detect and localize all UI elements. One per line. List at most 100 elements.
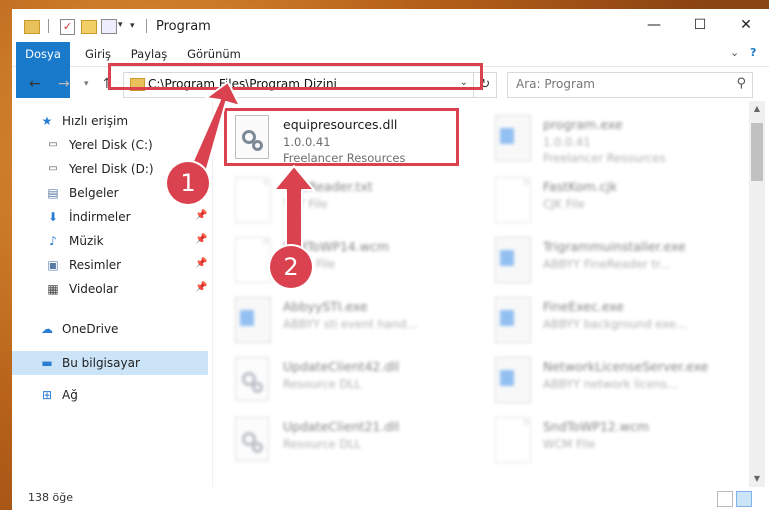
sidebar-item-pictures[interactable]: ▣ Resimler 📌 [12, 253, 208, 277]
pin-icon[interactable]: 📌 [195, 258, 207, 269]
file-detail: Resource DLL [283, 377, 362, 391]
step-2-badge: 2 [270, 246, 312, 288]
sidebar-item-videos[interactable]: ▦ Videolar 📌 [12, 277, 208, 301]
step-1-badge: 1 [167, 162, 209, 204]
dll-file-icon [235, 357, 269, 401]
scrollbar-thumb[interactable] [751, 123, 763, 181]
forward-arrow-icon[interactable]: → [58, 76, 70, 92]
file-item[interactable]: FineReader.txt TXT File [225, 171, 465, 227]
dll-file-icon [235, 417, 269, 461]
star-icon: ★ [41, 114, 53, 128]
status-bar: 138 öğe [12, 487, 769, 510]
minimize-button[interactable]: — [631, 9, 677, 42]
pane-divider[interactable] [212, 101, 213, 491]
search-input[interactable]: Ara: Program ⚲ [507, 72, 753, 98]
file-item[interactable]: NetworkLicenseServer.exe ABBYY network l… [485, 351, 725, 407]
file-item[interactable]: SndToWP14.wcm WCM File [225, 231, 465, 287]
divider [146, 19, 147, 33]
network-icon: ⊞ [41, 388, 53, 402]
text-file-icon [235, 177, 271, 223]
sidebar-item-label: Resimler [69, 258, 122, 272]
file-name: program.exe [543, 117, 623, 132]
computer-icon: ▬ [41, 356, 53, 370]
sidebar-item-label: Bu bilgisayar [62, 356, 140, 370]
file-detail: ABBYY sti event hand... [283, 317, 418, 331]
exe-file-icon [495, 115, 531, 161]
help-icon[interactable]: ? [750, 46, 756, 59]
pictures-icon: ▣ [47, 258, 59, 272]
divider [48, 19, 49, 33]
file-item[interactable]: AbbyySTI.exe ABBYY sti event hand... [225, 291, 465, 347]
sidebar-item-quick-access[interactable]: ★ Hızlı erişim [12, 109, 208, 133]
tiles-view-icon[interactable] [736, 491, 752, 507]
file-name: SndToWP12.wcm [543, 419, 649, 434]
file-item[interactable]: FastKom.cjk CJK File [485, 171, 725, 227]
sidebar-item-network[interactable]: ⊞ Ağ [12, 383, 208, 407]
chevron-down-icon[interactable]: ▾ [118, 20, 123, 30]
exe-file-icon [495, 357, 531, 403]
address-highlight-box [108, 63, 483, 90]
navigation-pane: ★ Hızlı erişim ▭ Yerel Disk (C:) ▭ Yerel… [12, 101, 212, 491]
folder-icon [24, 20, 40, 34]
file-detail: 1.0.0.41 [543, 135, 591, 149]
scroll-down-icon[interactable]: ▼ [749, 471, 765, 487]
item-count: 138 öğe [28, 491, 73, 504]
sidebar-item-label: Yerel Disk (C:) [69, 138, 153, 152]
file-detail: ABBYY network licens... [543, 377, 679, 391]
file-name: FineExec.exe [543, 299, 624, 314]
file-detail: Freelancer Resources [543, 151, 666, 165]
pin-icon[interactable]: 📌 [195, 210, 207, 221]
details-view-icon[interactable] [717, 491, 733, 507]
file-detail: ABBYY background exe... [543, 317, 687, 331]
search-icon[interactable]: ⚲ [736, 76, 746, 91]
sidebar-item-music[interactable]: ♪ Müzik 📌 [12, 229, 208, 253]
file-icon [495, 177, 531, 223]
file-icon [235, 237, 271, 283]
sidebar-item-label: Hızlı erişim [62, 114, 129, 128]
drive-icon: ▭ [48, 139, 58, 150]
file-detail: WCM File [543, 437, 596, 451]
close-button[interactable]: ✕ [723, 9, 769, 42]
pin-icon[interactable]: 📌 [195, 234, 207, 245]
new-folder-icon[interactable] [81, 20, 97, 34]
documents-icon: ▤ [47, 186, 59, 200]
sidebar-item-label: Müzik [69, 234, 104, 248]
drive-icon: ▭ [48, 163, 58, 174]
file-name: Trigrammuinstaller.exe [543, 239, 686, 254]
exe-file-icon [495, 297, 531, 343]
expand-ribbon-icon[interactable]: ⌄ [730, 46, 739, 59]
exe-file-icon [495, 237, 531, 283]
properties-check-icon[interactable]: ✓ [60, 19, 75, 35]
scroll-up-icon[interactable]: ▲ [749, 101, 765, 117]
vertical-scrollbar[interactable]: ▲ ▼ [749, 101, 765, 487]
download-icon: ⬇ [47, 210, 59, 224]
file-item[interactable]: UpdateClient21.dll Resource DLL [225, 411, 465, 467]
file-highlight-box [224, 108, 459, 166]
sidebar-item-label: Yerel Disk (D:) [69, 162, 154, 176]
file-item[interactable]: program.exe 1.0.0.41 Freelancer Resource… [485, 109, 725, 165]
file-item[interactable]: FineExec.exe ABBYY background exe... [485, 291, 725, 347]
sidebar-item-onedrive[interactable]: ☁ OneDrive [12, 317, 208, 341]
file-name: NetworkLicenseServer.exe [543, 359, 709, 374]
sidebar-item-label: Belgeler [69, 186, 119, 200]
file-detail: CJK File [543, 197, 585, 211]
recent-locations-icon[interactable]: ▾ [84, 79, 89, 89]
file-name: UpdateClient21.dll [283, 419, 400, 434]
music-icon: ♪ [49, 234, 57, 248]
customize-toolbar-icon[interactable]: ▾ [130, 21, 135, 31]
sidebar-item-this-pc[interactable]: ▬ Bu bilgisayar [12, 351, 208, 375]
maximize-button[interactable]: ☐ [677, 9, 723, 42]
file-item[interactable]: SndToWP12.wcm WCM File [485, 411, 725, 467]
cloud-icon: ☁ [41, 322, 53, 336]
pin-icon[interactable]: 📌 [195, 282, 207, 293]
sidebar-item-label: Videolar [69, 282, 119, 296]
sidebar-item-disk-c[interactable]: ▭ Yerel Disk (C:) [12, 133, 208, 157]
file-item[interactable]: UpdateClient42.dll Resource DLL [225, 351, 465, 407]
exe-file-icon [235, 297, 271, 343]
rename-icon[interactable] [101, 19, 117, 34]
back-arrow-icon[interactable]: ← [29, 76, 41, 92]
sidebar-item-downloads[interactable]: ⬇ İndirmeler 📌 [12, 205, 208, 229]
file-item[interactable]: Trigrammuinstaller.exe ABBYY FineReader … [485, 231, 725, 287]
search-placeholder: Ara: Program [516, 77, 595, 91]
file-name: FineReader.txt [283, 179, 373, 194]
